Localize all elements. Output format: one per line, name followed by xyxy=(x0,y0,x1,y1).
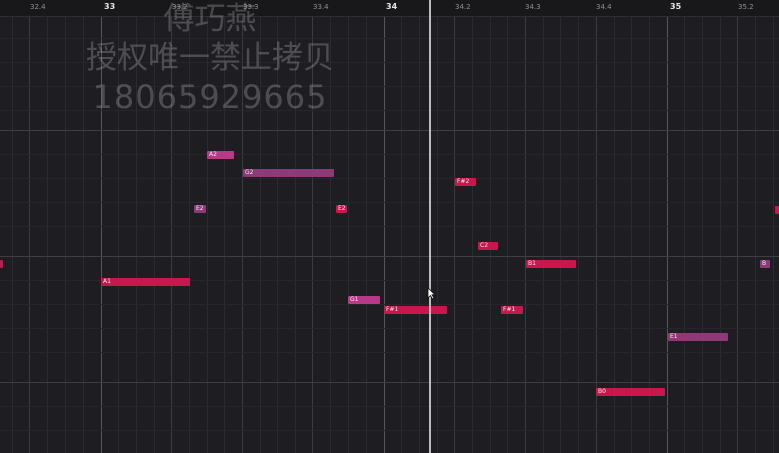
grid-line xyxy=(525,16,526,453)
midi-note[interactable]: B1 xyxy=(526,260,576,268)
octave-line xyxy=(0,130,779,131)
grid-line xyxy=(578,16,579,453)
pitch-row-line xyxy=(0,430,779,431)
grid-line xyxy=(12,16,13,453)
pitch-row-line xyxy=(0,304,779,305)
grid-line xyxy=(702,16,703,453)
grid-line xyxy=(490,16,491,453)
midi-note[interactable] xyxy=(775,206,779,214)
ruler-tick-label: 35.2 xyxy=(738,3,754,11)
grid-line xyxy=(684,16,685,453)
grid-line xyxy=(720,16,721,453)
grid-line xyxy=(755,16,756,453)
grid-line xyxy=(454,16,455,453)
midi-note[interactable]: C2 xyxy=(478,242,498,250)
midi-note[interactable]: B xyxy=(760,260,770,268)
grid-line xyxy=(419,16,420,453)
note-label: C2 xyxy=(480,242,489,249)
ruler-tick-label: 34.4 xyxy=(596,3,612,11)
note-label: G1 xyxy=(350,296,359,303)
pitch-row-line xyxy=(0,328,779,329)
midi-note[interactable]: F#1 xyxy=(501,306,523,314)
note-label: E1 xyxy=(670,333,678,340)
pitch-row-line xyxy=(0,226,779,227)
midi-note[interactable]: F#1 xyxy=(384,306,447,314)
midi-note[interactable] xyxy=(0,260,3,268)
note-label: B1 xyxy=(528,260,536,267)
grid-line xyxy=(737,16,738,453)
note-label: A2 xyxy=(209,151,217,158)
grid-line xyxy=(543,16,544,453)
grid-line xyxy=(773,16,774,453)
note-label: G2 xyxy=(245,169,254,176)
midi-note[interactable]: G2 xyxy=(243,169,334,177)
grid-line xyxy=(507,16,508,453)
note-label: F#1 xyxy=(503,306,516,313)
piano-roll-editor[interactable]: 32.4 33 33.2 33.3 33.4 34 34.2 34.3 34.4… xyxy=(0,0,779,453)
pitch-row-line xyxy=(0,352,779,353)
ruler-tick-label: 34.3 xyxy=(525,3,541,11)
note-label: F#1 xyxy=(386,306,399,313)
watermark-phone: 18065929665 xyxy=(92,78,328,116)
playhead[interactable] xyxy=(429,0,431,453)
grid-line xyxy=(401,16,402,453)
note-label: E2 xyxy=(196,205,204,212)
pitch-row-line xyxy=(0,178,779,179)
note-label: A1 xyxy=(103,278,111,285)
watermark-notice: 授权唯一禁止拷贝 xyxy=(86,40,334,76)
grid-line xyxy=(437,16,438,453)
bar-line xyxy=(667,16,668,453)
midi-note[interactable]: F#2 xyxy=(455,178,476,186)
midi-note[interactable]: E1 xyxy=(668,333,728,341)
note-label: B xyxy=(762,260,767,267)
mouse-pointer-icon xyxy=(427,287,436,300)
note-label: F#2 xyxy=(457,178,470,185)
midi-note[interactable]: A2 xyxy=(207,151,234,159)
midi-note[interactable]: B0 xyxy=(596,388,665,396)
ruler-bar-number: 35 xyxy=(670,2,682,11)
octave-line xyxy=(0,256,779,257)
note-label: E2 xyxy=(338,205,346,212)
note-label: B0 xyxy=(598,388,606,395)
watermark: 傅巧燕 授权唯一禁止拷贝 18065929665 xyxy=(30,0,390,117)
pitch-row-line xyxy=(0,406,779,407)
midi-note[interactable]: E2 xyxy=(336,205,347,213)
watermark-name: 傅巧燕 xyxy=(163,1,257,37)
pitch-row-line xyxy=(0,154,779,155)
ruler-tick-label: 34.2 xyxy=(455,3,471,11)
pitch-row-line xyxy=(0,202,779,203)
midi-note[interactable]: A1 xyxy=(101,278,190,286)
grid-line xyxy=(472,16,473,453)
grid-line xyxy=(560,16,561,453)
octave-line xyxy=(0,382,779,383)
midi-note[interactable]: E2 xyxy=(194,205,206,213)
midi-note[interactable]: G1 xyxy=(348,296,380,304)
